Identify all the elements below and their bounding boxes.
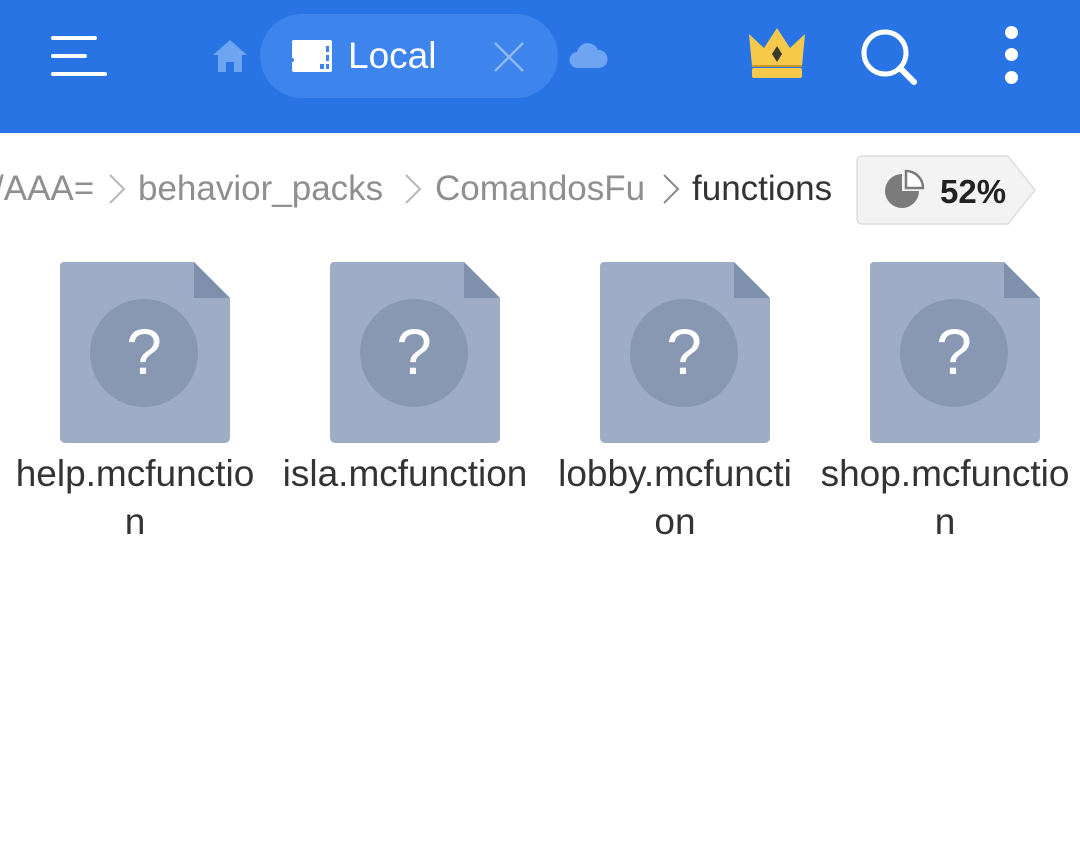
file-item[interactable]: ? isla.mcfunction: [280, 262, 530, 562]
top-app-bar: Local: [0, 0, 1080, 133]
more-vertical-icon[interactable]: [990, 24, 1034, 90]
unknown-file-icon: ?: [330, 262, 500, 444]
chevron-right-icon: [106, 172, 128, 206]
breadcrumb-item[interactable]: /AAA=: [0, 169, 94, 209]
svg-text:?: ?: [936, 316, 972, 388]
file-name: shop.mcfunction: [820, 453, 1070, 542]
cloud-icon[interactable]: [568, 40, 608, 72]
unknown-file-icon: ?: [870, 262, 1040, 444]
file-item[interactable]: ? help.mcfunction: [10, 262, 260, 562]
svg-text:?: ?: [666, 316, 702, 388]
breadcrumb-current: functions: [692, 169, 833, 208]
crown-icon[interactable]: [744, 24, 810, 84]
tab-label: Local: [348, 35, 437, 76]
search-icon[interactable]: [856, 26, 922, 88]
file-item[interactable]: ? lobby.mcfunction: [550, 262, 800, 562]
tab-local[interactable]: Local: [260, 14, 558, 98]
file-name: isla.mcfunction: [282, 453, 528, 494]
unknown-file-icon: ?: [600, 262, 770, 444]
home-icon[interactable]: [210, 36, 250, 76]
close-icon[interactable]: [492, 40, 526, 74]
file-name: lobby.mcfunction: [558, 453, 792, 542]
chevron-right-icon: [402, 172, 424, 206]
chevron-right-icon: [660, 172, 682, 206]
breadcrumb-item[interactable]: ComandosFu: [435, 169, 645, 209]
breadcrumb: /AAA= behavior_packs ComandosFu function…: [0, 152, 1080, 228]
unknown-file-icon: ?: [60, 262, 230, 444]
svg-text:?: ?: [126, 316, 162, 388]
breadcrumb-item[interactable]: behavior_packs: [138, 169, 383, 209]
sd-card-icon: [290, 38, 334, 74]
pie-chart-icon: [882, 169, 926, 213]
svg-text:?: ?: [396, 316, 432, 388]
hamburger-menu-icon[interactable]: [46, 30, 110, 86]
storage-percent: 52%: [940, 173, 1007, 210]
file-name: help.mcfunction: [15, 453, 255, 542]
storage-usage-badge[interactable]: 52%: [856, 155, 1036, 225]
file-item[interactable]: ? shop.mcfunction: [820, 262, 1070, 562]
